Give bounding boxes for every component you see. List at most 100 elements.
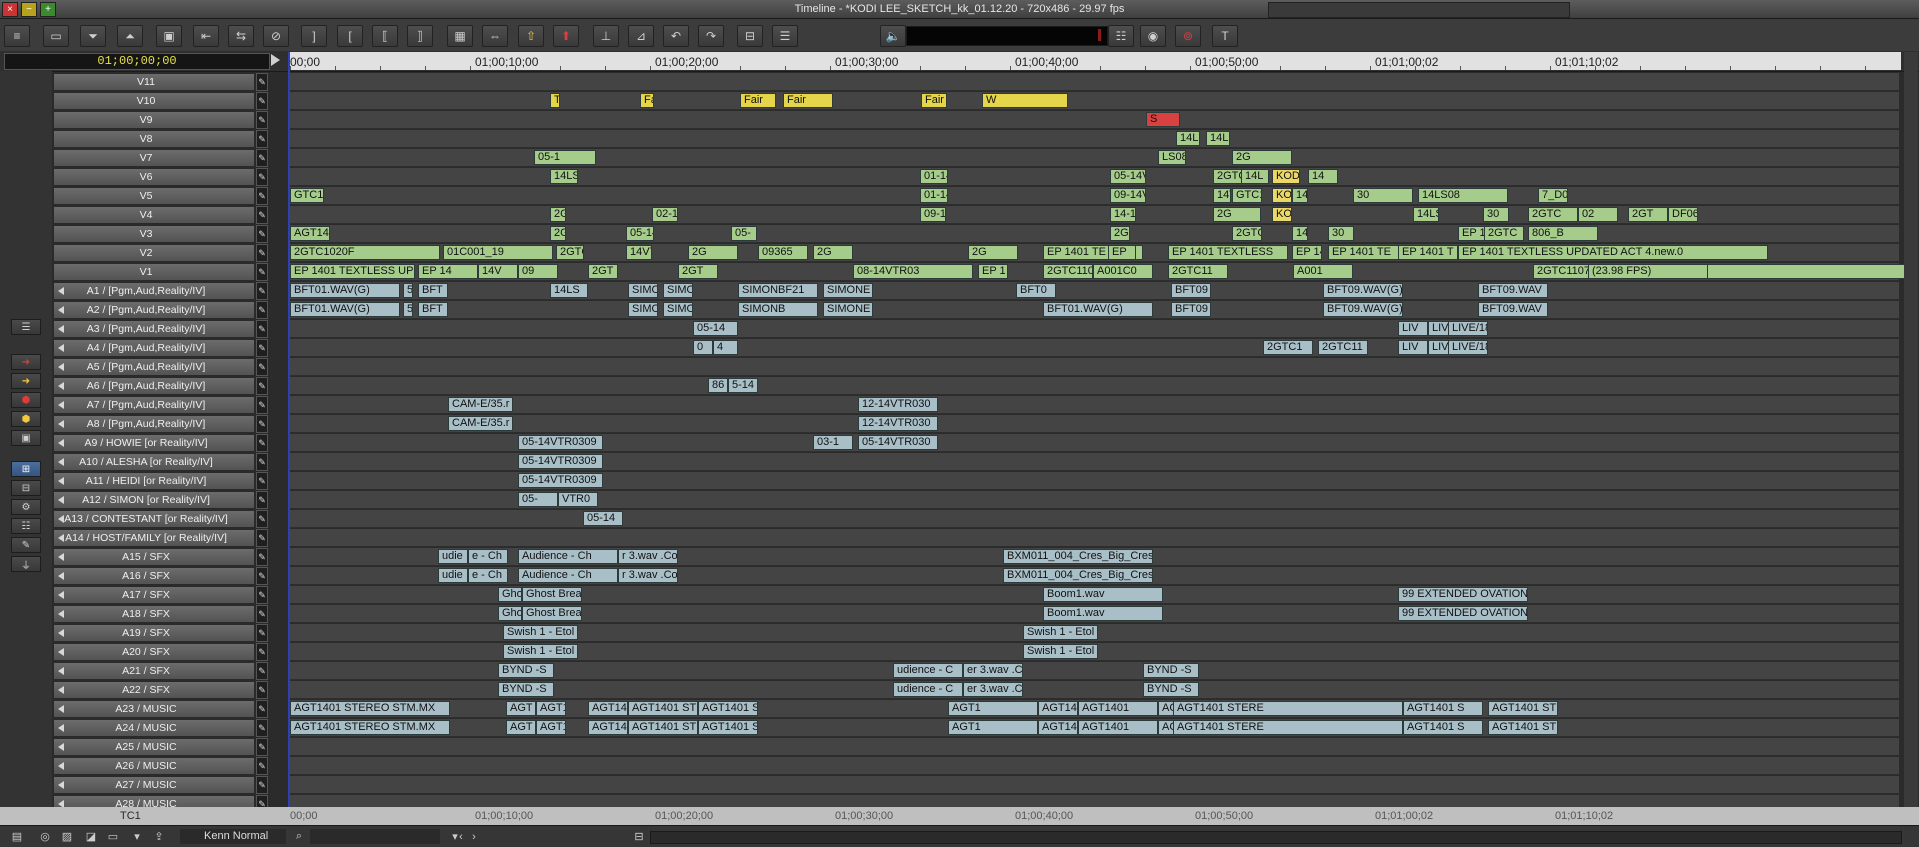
track-header[interactable]: A24 / MUSIC bbox=[53, 719, 255, 737]
timeline-clip[interactable]: 14 bbox=[1292, 226, 1308, 241]
timeline-clip[interactable]: 2GTC11 bbox=[1168, 264, 1228, 279]
track-header[interactable]: V7 bbox=[53, 149, 255, 167]
track-edit-pen-icon[interactable]: ✎ bbox=[256, 377, 268, 395]
timeline-clip[interactable]: 14LS bbox=[550, 283, 588, 298]
timeline-clip[interactable]: EP 1401 TEXTLESS UPDAT bbox=[290, 264, 415, 279]
timeline-clip[interactable]: Fair bbox=[921, 93, 947, 108]
timeline-clip[interactable]: DF06 bbox=[1668, 207, 1698, 222]
track-edit-pen-icon[interactable]: ✎ bbox=[256, 301, 268, 319]
timeline-clip[interactable]: EP 1401 T bbox=[1398, 245, 1458, 260]
timeline-clip[interactable]: 5 bbox=[403, 283, 413, 298]
timeline-clip[interactable]: BYND -S bbox=[498, 682, 554, 697]
track-lane[interactable]: 042GTC12GTC11LIVLIVE/18LIVE/18 bbox=[288, 339, 1899, 357]
timeline-clip[interactable]: 14-14 bbox=[1110, 207, 1136, 222]
track-lane[interactable]: AGT1401 STEREO STM.MXAGTAGT1AGT1401 STEA… bbox=[288, 719, 1899, 737]
timeline-clip[interactable]: KODI bbox=[1272, 169, 1300, 184]
track-header[interactable]: A19 / SFX bbox=[53, 624, 255, 642]
timeline-clip[interactable]: BXM011_004_Cres_Big_Crescen.w bbox=[1003, 549, 1153, 564]
track-lane[interactable] bbox=[288, 529, 1899, 547]
timeline-clip[interactable]: 14LS bbox=[1206, 131, 1230, 146]
timeline-clip[interactable]: VTR0 bbox=[558, 492, 598, 507]
timeline-clip[interactable]: 2GTC bbox=[1484, 226, 1524, 241]
timeline-clip[interactable]: er 3.wav .Cor bbox=[963, 663, 1023, 678]
track-edit-pen-icon[interactable]: ✎ bbox=[256, 681, 268, 699]
timeline-clip[interactable]: BFT09 bbox=[1171, 283, 1211, 298]
track-edit-pen-icon[interactable]: ✎ bbox=[256, 225, 268, 243]
no-entry-icon[interactable]: ⊘ bbox=[263, 25, 289, 47]
search-input[interactable] bbox=[310, 829, 440, 844]
track-edit-pen-icon[interactable]: ✎ bbox=[256, 738, 268, 756]
timeline-clip[interactable]: 05-14VT bbox=[1110, 169, 1146, 184]
track-edit-pen-icon[interactable]: ✎ bbox=[256, 491, 268, 509]
timeline-clip[interactable]: BFT01.WAV(G) bbox=[290, 283, 400, 298]
sync-icon[interactable]: ⇆ bbox=[228, 25, 254, 47]
track-edit-pen-icon[interactable]: ✎ bbox=[256, 396, 268, 414]
track-edit-pen-icon[interactable]: ✎ bbox=[256, 130, 268, 148]
timeline-clip[interactable]: BFT bbox=[418, 283, 448, 298]
timeline-clip[interactable]: AGT1401 STEREO ST bbox=[698, 701, 758, 716]
timeline-clip[interactable]: (23.98 FPS) bbox=[1588, 264, 1708, 279]
track-lane[interactable]: 05- VTR0 bbox=[288, 491, 1899, 509]
timeline-clip[interactable]: 05-14VTR0309 bbox=[518, 473, 603, 488]
timeline-clip[interactable]: 2G bbox=[550, 207, 566, 222]
timeline-clip[interactable]: AGT1401 S bbox=[1403, 720, 1483, 735]
timeline-clip[interactable]: 2GTC bbox=[1528, 207, 1578, 222]
pen-tool-icon[interactable]: ✎ bbox=[11, 537, 41, 553]
timeline-clip[interactable]: W bbox=[982, 93, 1068, 108]
track-header[interactable]: A16 / SFX bbox=[53, 567, 255, 585]
track-header[interactable]: V1 bbox=[53, 263, 255, 281]
segment-red-tool-icon[interactable]: ⬢ bbox=[11, 392, 41, 408]
timeline-clip[interactable]: KOD bbox=[1272, 188, 1292, 203]
timeline-clip[interactable]: Fair bbox=[783, 93, 833, 108]
waveform-tool-icon[interactable]: ⏚ bbox=[11, 556, 41, 572]
timeline-clip[interactable]: AGT1401 STE bbox=[1488, 720, 1558, 735]
timeline-clip[interactable]: AGT1401 STE bbox=[588, 701, 628, 716]
track-lane[interactable] bbox=[288, 358, 1899, 376]
track-edit-pen-icon[interactable]: ✎ bbox=[256, 719, 268, 737]
track-header[interactable]: A22 / SFX bbox=[53, 681, 255, 699]
slip-icon[interactable]: ⊥ bbox=[593, 25, 619, 47]
timeline-clip[interactable]: 7_D00 bbox=[1538, 188, 1568, 203]
monitor-tool-icon[interactable]: ▣ bbox=[11, 430, 41, 446]
mark-clip-icon[interactable]: ⟦ bbox=[372, 25, 398, 47]
text-icon[interactable]: T bbox=[1212, 25, 1238, 47]
track-edit-pen-icon[interactable]: ✎ bbox=[256, 624, 268, 642]
timeline-clip[interactable]: 08-14VTR03 bbox=[853, 264, 973, 279]
timeline-clip[interactable]: udience - C bbox=[893, 682, 963, 697]
timeline-clip[interactable]: SIMO bbox=[628, 302, 658, 317]
timeline-clip[interactable]: 14LS bbox=[1413, 207, 1439, 222]
track-header[interactable]: A7 / [Pgm,Aud,Reality/IV] bbox=[53, 396, 255, 414]
timeline-clip[interactable]: Swish 1 - Etol - bbox=[503, 644, 578, 659]
track-edit-pen-icon[interactable]: ✎ bbox=[256, 605, 268, 623]
track-edit-pen-icon[interactable]: ✎ bbox=[256, 567, 268, 585]
track-lane[interactable]: Gho Ghost Breat Boom1.wav 99 EXTENDED OVATI… bbox=[288, 605, 1899, 623]
speaker-icon[interactable]: 🔈 bbox=[880, 25, 906, 47]
timeline-clip[interactable]: LIV bbox=[1398, 321, 1428, 336]
top-icon[interactable]: ⇤ bbox=[193, 25, 219, 47]
horizontal-scrollbar[interactable] bbox=[650, 831, 1902, 844]
track-lane[interactable]: 05-14VTR0309 bbox=[288, 472, 1899, 490]
track-lane[interactable]: udiee - Ch Audience - Chr 3.wav .Copy. BXM… bbox=[288, 548, 1899, 566]
timeline-clip[interactable]: GTC1 bbox=[1232, 188, 1262, 203]
timeline-clip[interactable]: 2GTC1 bbox=[1263, 340, 1313, 355]
track-header[interactable]: A8 / [Pgm,Aud,Reality/IV] bbox=[53, 415, 255, 433]
timeline-clip[interactable]: 02-1 bbox=[652, 207, 678, 222]
track-header[interactable]: V9 bbox=[53, 111, 255, 129]
timeline-clip[interactable]: 05-1 bbox=[534, 150, 596, 165]
track-lane[interactable]: 14LS 14LS bbox=[288, 130, 1899, 148]
timeline-clip[interactable]: GTC1 bbox=[290, 188, 324, 203]
timeline-clip[interactable]: Gho bbox=[498, 587, 522, 602]
track-header[interactable]: A5 / [Pgm,Aud,Reality/IV] bbox=[53, 358, 255, 376]
timeline-clip[interactable]: 2G bbox=[688, 245, 738, 260]
timeline-clip[interactable]: AGT1401 STE bbox=[1488, 701, 1558, 716]
timeline-clip[interactable]: AGT1401 S bbox=[1403, 701, 1483, 716]
timeline-clip[interactable]: LS08 bbox=[1158, 150, 1186, 165]
track-header[interactable]: A20 / SFX bbox=[53, 643, 255, 661]
timeline-clip[interactable]: 05-14VTR0309 bbox=[518, 454, 603, 469]
mark-out-icon[interactable]: ] bbox=[301, 25, 327, 47]
track-header[interactable]: A17 / SFX bbox=[53, 586, 255, 604]
track-header[interactable]: V2 bbox=[53, 244, 255, 262]
timeline-clip[interactable]: BFT01.WAV(G) bbox=[1043, 302, 1153, 317]
timeline-clip[interactable]: Ghost Breat bbox=[522, 587, 582, 602]
track-edit-pen-icon[interactable]: ✎ bbox=[256, 548, 268, 566]
